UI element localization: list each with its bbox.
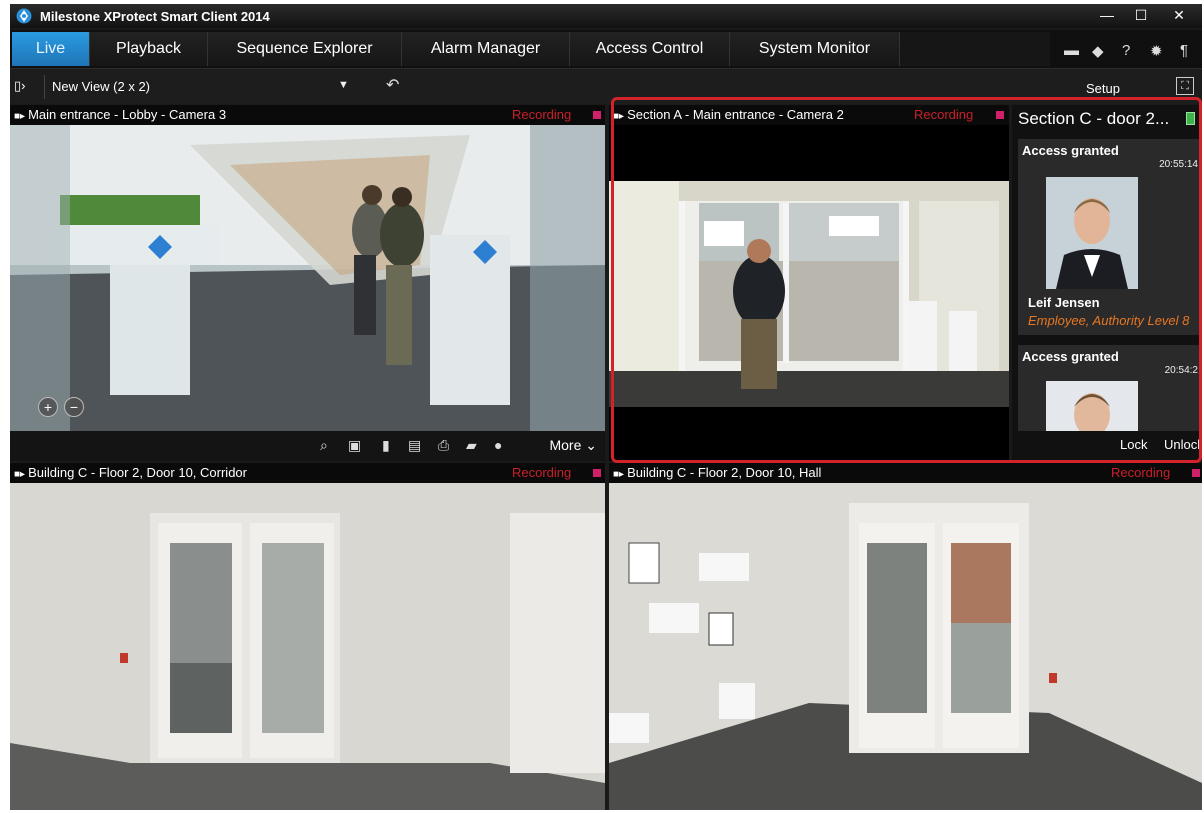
lock-button[interactable]: Lock — [1120, 437, 1147, 452]
milestone-logo-icon — [16, 8, 32, 24]
access-event[interactable]: Access granted 20:55:14 Leif Jensen Empl… — [1018, 139, 1202, 335]
eye-icon[interactable]: ◆ — [1092, 42, 1104, 60]
view-bar: ▯› New View (2 x 2) ▼ ↶ Setup ⛶ — [10, 68, 1202, 104]
camera-name: Building C - Floor 2, Door 10, Hall — [627, 465, 822, 480]
hall-video-frame[interactable] — [609, 483, 1202, 810]
app-window: Milestone XProtect Smart Client 2014 — ☐… — [10, 4, 1202, 810]
setup-button[interactable]: Setup — [1086, 81, 1120, 96]
entrance-video-frame[interactable] — [609, 181, 1009, 407]
door-status-icon — [1186, 112, 1195, 125]
camera-name: Main entrance - Lobby - Camera 3 — [28, 107, 227, 122]
event-label: Access granted — [1022, 349, 1119, 364]
zoom-in-button[interactable]: + — [38, 397, 58, 417]
maximize-button[interactable]: ☐ — [1124, 4, 1158, 26]
fullscreen-icon[interactable]: ⛶ — [1176, 77, 1194, 95]
search-icon[interactable]: ⌕ — [320, 437, 328, 454]
tab-live[interactable]: Live — [12, 32, 90, 66]
recording-indicator — [996, 111, 1004, 119]
cardholder-photo — [1046, 177, 1138, 289]
print-icon[interactable]: ⎙ — [438, 437, 449, 454]
recording-status: Recording — [1111, 465, 1171, 480]
recording-indicator — [593, 469, 601, 477]
tab-sequence-explorer[interactable]: Sequence Explorer — [208, 32, 402, 66]
monitor-icon[interactable]: ▬ — [1064, 42, 1079, 59]
camera-toolbar: ⌕ ▣ ▮ ▤ ⎙ ▰ ● More ⌄ — [10, 431, 605, 461]
save-icon[interactable]: ▤ — [408, 437, 421, 454]
zoom-out-button[interactable]: − — [64, 397, 84, 417]
recording-status: Recording — [512, 107, 572, 122]
more-button[interactable]: More ⌄ — [549, 437, 597, 454]
recording-indicator — [593, 111, 601, 119]
undo-icon[interactable]: ↶ — [386, 75, 399, 95]
camera-tile-main-entrance[interactable]: ■▸ Section A - Main entrance - Camera 2 R… — [609, 105, 1009, 461]
record-icon[interactable]: ● — [494, 437, 502, 453]
lobby-video-frame[interactable] — [10, 125, 605, 431]
help-icon[interactable]: ? — [1122, 42, 1130, 59]
close-button[interactable]: ✕ — [1162, 4, 1196, 26]
door-title: Section C - door 2... — [1018, 109, 1170, 128]
camera-name: Section A - Main entrance - Camera 2 — [627, 107, 844, 122]
recording-status: Recording — [914, 107, 974, 122]
event-time: 20:54:2 — [1164, 365, 1198, 376]
view-selector[interactable]: New View (2 x 2) — [52, 79, 150, 94]
title-bar: Milestone XProtect Smart Client 2014 — ☐… — [10, 4, 1202, 28]
access-control-panel: Section C - door 2... Access granted 20:… — [1012, 105, 1202, 461]
recording-status: Recording — [512, 465, 572, 480]
cardholder-name: Leif Jensen — [1028, 295, 1100, 310]
camera-icon: ■▸ — [613, 111, 625, 122]
bookmark-icon[interactable]: ▮ — [382, 437, 390, 454]
video-icon[interactable]: ▣ — [348, 437, 361, 454]
tab-system-monitor[interactable]: System Monitor — [730, 32, 900, 66]
tab-alarm-manager[interactable]: Alarm Manager — [402, 32, 570, 66]
main-tab-bar: Live Playback Sequence Explorer Alarm Ma… — [10, 30, 1202, 68]
camera-icon: ■▸ — [14, 111, 26, 122]
recording-indicator — [1192, 469, 1200, 477]
cardholder-role: Employee, Authority Level 8 — [1028, 313, 1190, 328]
minimize-button[interactable]: — — [1090, 4, 1124, 26]
camera-name: Building C - Floor 2, Door 10, Corridor — [28, 465, 247, 480]
unlock-button[interactable]: Unlock — [1164, 437, 1202, 452]
camera-tile-hall[interactable]: ■▸ Building C - Floor 2, Door 10, Hall Re… — [609, 463, 1202, 810]
clipboard-icon[interactable]: ▰ — [466, 437, 477, 454]
camera-tile-corridor[interactable]: ■▸ Building C - Floor 2, Door 10, Corrido… — [10, 463, 605, 810]
tab-playback[interactable]: Playback — [90, 32, 208, 66]
window-title: Milestone XProtect Smart Client 2014 — [40, 9, 270, 24]
tab-access-control[interactable]: Access Control — [570, 32, 730, 66]
cardholder-photo — [1046, 381, 1138, 431]
chevron-down-icon[interactable]: ▼ — [338, 79, 349, 91]
info-icon[interactable]: ¶ — [1180, 42, 1188, 59]
event-label: Access granted — [1022, 143, 1119, 158]
pane-toggle-icon[interactable]: ▯› — [14, 78, 25, 94]
camera-tile-lobby[interactable]: ■▸ Main entrance - Lobby - Camera 3 Recor… — [10, 105, 605, 461]
camera-icon: ■▸ — [613, 469, 625, 480]
access-event[interactable]: Access granted 20:54:2 — [1018, 345, 1202, 431]
corridor-video-frame[interactable] — [10, 483, 605, 810]
camera-icon: ■▸ — [14, 469, 26, 480]
gear-icon[interactable]: ✹ — [1150, 42, 1163, 60]
event-time: 20:55:14 — [1159, 159, 1198, 170]
